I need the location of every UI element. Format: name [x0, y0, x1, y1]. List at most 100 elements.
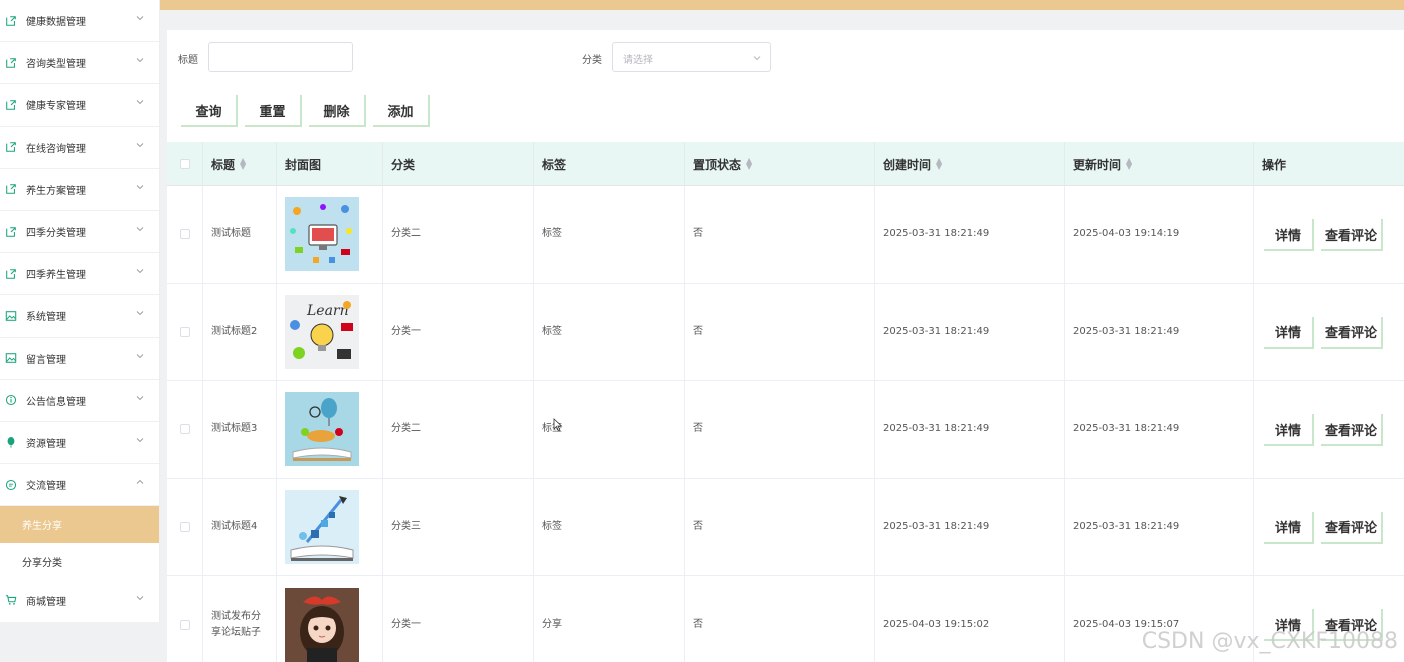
- sidebar-item-label: 健康专家管理: [26, 101, 86, 113]
- cell-tag: 标签: [534, 478, 685, 576]
- detail-button[interactable]: 详情: [1264, 414, 1314, 447]
- header-created[interactable]: 创建时间 ▲ ▼: [875, 142, 1065, 186]
- chevron-down-icon: [136, 142, 144, 147]
- header-category: 分类: [383, 142, 534, 186]
- balloon-icon: [4, 435, 18, 449]
- sidebar-item[interactable]: 在线咨询管理: [0, 127, 159, 169]
- cover-image[interactable]: [285, 587, 359, 662]
- sidebar-item-label: 四季养生管理: [26, 270, 86, 282]
- header-pinned[interactable]: 置顶状态 ▲ ▼: [685, 142, 875, 186]
- reset-button[interactable]: 重置: [245, 95, 302, 127]
- row-checkbox[interactable]: [179, 424, 190, 435]
- sort-icon[interactable]: ▲ ▼: [240, 157, 246, 171]
- sidebar: 健康数据管理 咨询类型管理 健康专家管理 在线咨询管理 养生方案管理 四季分类管…: [0, 0, 160, 622]
- add-button[interactable]: 添加: [373, 95, 430, 127]
- data-table: 标题 ▲ ▼ 封面图 分类 标签 置顶状态 ▲ ▼ 创建时间 ▲ ▼ 更新时间 ▲ ▼ 操作 测…: [167, 142, 1404, 662]
- cell-pinned: 否: [685, 283, 875, 381]
- sidebar-item[interactable]: 养生方案管理: [0, 169, 159, 211]
- row-checkbox[interactable]: [179, 619, 190, 630]
- sidebar-subitem[interactable]: 养生分享: [0, 506, 159, 544]
- view-comments-button[interactable]: 查看评论: [1321, 316, 1383, 349]
- cover-image[interactable]: [285, 392, 359, 467]
- sidebar-item[interactable]: 健康专家管理: [0, 84, 159, 127]
- chevron-down-icon: [136, 438, 144, 443]
- cell-category: 分类三: [383, 478, 534, 576]
- cell-updated: 2025-03-31 18:21:49: [1065, 478, 1254, 576]
- cover-image[interactable]: [285, 197, 359, 272]
- sidebar-item-label: 四季分类管理: [26, 228, 86, 240]
- chevron-up-icon: [136, 479, 144, 484]
- row-checkbox[interactable]: [179, 326, 190, 337]
- cell-updated-text: 2025-04-03 19:14:19: [1073, 228, 1180, 240]
- sidebar-item-label: 商城管理: [26, 596, 66, 608]
- cell-created-text: 2025-03-31 18:21:49: [883, 325, 990, 337]
- cell-updated-text: 2025-03-31 18:21:49: [1073, 423, 1180, 435]
- cell-category: 分类二: [383, 186, 534, 283]
- detail-button[interactable]: 详情: [1264, 316, 1314, 349]
- sidebar-item[interactable]: 四季养生管理: [0, 253, 159, 296]
- sort-icon[interactable]: ▲ ▼: [746, 157, 752, 171]
- cover-image[interactable]: Learn: [285, 294, 359, 369]
- cell-updated: 2025-03-31 18:21:49: [1065, 381, 1254, 478]
- sidebar-item-label: 公告信息管理: [26, 396, 86, 408]
- doc-icon: [4, 98, 18, 112]
- chevron-down-icon: [136, 184, 144, 189]
- cell-tag-text: 分享: [542, 618, 562, 630]
- category-select[interactable]: 请选择: [612, 42, 771, 72]
- sidebar-item[interactable]: 公告信息管理: [0, 380, 159, 422]
- sidebar-subitem[interactable]: 分享分类: [0, 543, 159, 581]
- sidebar-item[interactable]: 资源管理: [0, 422, 159, 465]
- doc-icon: [4, 14, 18, 28]
- detail-button[interactable]: 详情: [1264, 219, 1314, 251]
- cell-updated: 2025-04-03 19:14:19: [1065, 186, 1254, 283]
- sidebar-subitem-label: 分享分类: [22, 558, 62, 570]
- cell-pinned-text: 否: [693, 423, 703, 435]
- header-updated[interactable]: 更新时间 ▲ ▼: [1065, 142, 1254, 186]
- doc-icon: [4, 140, 18, 154]
- sidebar-item[interactable]: 系统管理: [0, 295, 159, 338]
- cell-actions: 详情 查看评论: [1254, 186, 1404, 283]
- cell-pinned-text: 否: [693, 521, 703, 533]
- search-row: 标题 分类 请选择: [167, 42, 1404, 72]
- view-comments-button[interactable]: 查看评论: [1321, 219, 1383, 251]
- doc-icon: [4, 267, 18, 281]
- sidebar-item-mall[interactable]: 商城管理: [0, 580, 159, 620]
- row-select-cell: [167, 478, 203, 576]
- cell-title: 测试发布分享论坛贴子: [203, 576, 277, 662]
- cell-pinned: 否: [685, 381, 875, 478]
- cell-pinned: 否: [685, 576, 875, 662]
- view-comments-button[interactable]: 查看评论: [1321, 414, 1383, 447]
- cell-category-text: 分类二: [391, 228, 421, 240]
- watermark: CSDN @vx_CXKF10088: [1141, 629, 1398, 654]
- row-checkbox[interactable]: [179, 522, 190, 533]
- cell-cover: [277, 186, 383, 283]
- detail-button[interactable]: 详情: [1264, 511, 1314, 544]
- cell-created-text: 2025-04-03 19:15:02: [883, 618, 990, 630]
- sidebar-item[interactable]: 健康数据管理: [0, 0, 159, 43]
- row-select-cell: [167, 381, 203, 478]
- cell-title: 测试标题4: [203, 478, 277, 576]
- sidebar-item-label: 留言管理: [26, 354, 66, 366]
- title-filter-input[interactable]: [208, 42, 353, 72]
- cell-title: 测试标题3: [203, 381, 277, 478]
- view-comments-button[interactable]: 查看评论: [1321, 511, 1383, 544]
- cover-image[interactable]: [285, 490, 359, 565]
- delete-button[interactable]: 删除: [309, 95, 366, 127]
- sort-icon[interactable]: ▲ ▼: [936, 157, 942, 171]
- cell-actions: 详情 查看评论: [1254, 284, 1404, 381]
- query-button[interactable]: 查询: [181, 95, 238, 127]
- select-all-checkbox[interactable]: [179, 159, 190, 169]
- header-title[interactable]: 标题 ▲ ▼: [203, 142, 277, 186]
- cell-cover: Learn: [277, 283, 383, 381]
- sidebar-item[interactable]: 四季分类管理: [0, 211, 159, 254]
- sort-icon[interactable]: ▲ ▼: [1126, 157, 1132, 171]
- cell-cover: [277, 381, 383, 478]
- sidebar-item[interactable]: 咨询类型管理: [0, 42, 159, 85]
- header-category-label: 分类: [391, 157, 416, 172]
- header-title-label: 标题: [211, 157, 236, 172]
- table-row: 测试标题4 分类三 标签 否 2025-03-31 18:21:49 2025-…: [167, 478, 1404, 577]
- sidebar-item-label: 在线咨询管理: [26, 143, 86, 155]
- sidebar-item[interactable]: 交流管理: [0, 464, 159, 507]
- row-checkbox[interactable]: [179, 229, 190, 240]
- sidebar-item[interactable]: 留言管理: [0, 338, 159, 380]
